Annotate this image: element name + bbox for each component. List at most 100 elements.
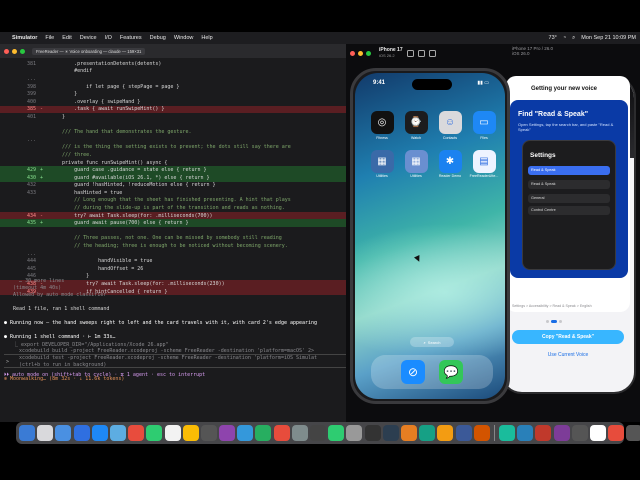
app-label: Utilities	[376, 174, 388, 178]
phone2-os: iOS 26.0	[512, 50, 530, 56]
dock-app-icon[interactable]	[437, 425, 454, 441]
line-number: ...	[26, 136, 36, 143]
dock-app-icon[interactable]	[499, 425, 516, 441]
search-icon[interactable]: ⌕	[572, 35, 575, 42]
diff-line: 445 handOffset = 26	[0, 265, 346, 273]
dock-app-icon[interactable]	[553, 425, 570, 441]
dock-app-icon[interactable]	[255, 425, 272, 441]
dock-app-icon[interactable]	[517, 425, 534, 441]
dock-app-icon[interactable]	[128, 425, 145, 441]
dock-app-icon[interactable]	[455, 425, 472, 441]
menu-help[interactable]: Help	[201, 35, 212, 41]
settings-mock-row: Read & Speak	[528, 166, 610, 175]
spotlight-search-pill[interactable]: ⌕ Search	[410, 337, 454, 347]
minimize-icon[interactable]	[358, 50, 363, 56]
folder-icon: ▦	[404, 149, 428, 173]
diff-marker: +	[40, 220, 44, 227]
menu-clock[interactable]: Mon Sep 21 10:09 PM	[581, 35, 636, 41]
iphone-simulator[interactable]: 9:41 ▮▮ ▭ ◎ Fitness ⌚ Watch ☺ Contacts ▭ Files ▦…	[350, 68, 510, 404]
output-line: ● Running now — the hand sweeps right to…	[4, 320, 318, 326]
close-icon[interactable]	[350, 50, 355, 56]
app-files[interactable]: ▭ Files	[467, 111, 501, 140]
sheet-heading: Getting your new voice	[530, 86, 597, 92]
dock-app-icon[interactable]	[219, 425, 236, 441]
dock-app-icon[interactable]	[237, 425, 254, 441]
terminal-tab[interactable]: FreeReader — ✳ Voice onboarding — claude…	[32, 47, 146, 55]
use-current-voice-link[interactable]: Use Current Voice	[512, 352, 624, 358]
home-screen[interactable]: 9:41 ▮▮ ▭ ◎ Fitness ⌚ Watch ☺ Contacts ▭ Files ▦…	[355, 73, 505, 399]
screenshot-icon[interactable]	[417, 49, 425, 57]
menu-window[interactable]: Window	[174, 35, 194, 41]
app-watch[interactable]: ⌚ Watch	[399, 111, 433, 140]
settings-mock-row: General	[528, 194, 610, 203]
dock-app-icon[interactable]	[419, 425, 436, 441]
menu-device[interactable]: Device	[80, 35, 97, 41]
dock-app-icon[interactable]	[55, 425, 72, 441]
menu-file[interactable]: File	[45, 35, 54, 41]
dock-app-icon[interactable]	[571, 425, 588, 441]
diff-line: ...	[0, 136, 346, 144]
battery-icon: ▮▮ ▭	[477, 80, 489, 86]
dock-app-icon[interactable]	[146, 425, 163, 441]
menu-debug[interactable]: Debug	[150, 35, 166, 41]
dock-app-icon[interactable]	[400, 425, 417, 441]
line-number: 381	[26, 60, 36, 67]
dock-app-icon[interactable]	[91, 425, 108, 441]
menu-io[interactable]: I/O	[105, 35, 112, 41]
dock-app-icon[interactable]	[328, 425, 345, 441]
page-dots[interactable]	[546, 320, 562, 323]
dock-app-icon[interactable]	[182, 425, 199, 441]
diff-line: 435 + guard await pause(700) else { retur…	[0, 219, 346, 228]
home-icon[interactable]	[406, 49, 414, 57]
terminal-tab-bar: FreeReader — ✳ Voice onboarding — claude…	[0, 44, 346, 58]
diff-marker: +	[40, 167, 44, 174]
dock-app-icon[interactable]	[535, 425, 552, 441]
copy-read-speak-button[interactable]: Copy "Read & Speak"	[512, 330, 624, 344]
code-text: // Long enough that the sheet has finish…	[50, 197, 291, 204]
app-folder[interactable]: ▦ Utilities	[365, 149, 399, 178]
diff-line	[0, 227, 346, 235]
dock-app-icon[interactable]	[291, 425, 308, 441]
dock-app-icon[interactable]	[608, 425, 625, 441]
search-label: Search	[427, 339, 441, 345]
menu-app-name[interactable]: Simulator	[12, 35, 37, 41]
line-number: 445	[26, 265, 36, 272]
dock-app-icon[interactable]	[200, 425, 217, 441]
app-folder[interactable]: ▦ Utilities	[399, 149, 433, 178]
dock-app-icon[interactable]	[473, 425, 490, 441]
app-fitness[interactable]: ◎ Fitness	[365, 111, 399, 140]
zoom-icon[interactable]	[366, 50, 371, 56]
menu-features[interactable]: Features	[120, 35, 142, 41]
dock-app-icon[interactable]	[626, 425, 640, 441]
app-reader-demo[interactable]: ✱ Reader Demo	[433, 149, 467, 178]
app-contacts[interactable]: ☺ Contacts	[433, 111, 467, 140]
messages-icon[interactable]: 💬	[439, 360, 463, 384]
diff-line: /// The hand that demonstrates the gestu…	[0, 128, 346, 136]
diff-marker: +	[40, 174, 44, 181]
safari-icon[interactable]: ⊘	[401, 360, 425, 384]
dock-app-icon[interactable]	[310, 425, 326, 441]
dock-app-icon[interactable]	[273, 425, 290, 441]
dock-app-icon[interactable]	[109, 425, 126, 441]
minimize-icon[interactable]	[12, 48, 17, 54]
dock-app-icon[interactable]	[364, 425, 381, 441]
close-icon[interactable]	[4, 48, 9, 54]
diff-line: // the heading; three is enough to be no…	[0, 242, 346, 250]
wifi-icon[interactable]: ◔	[563, 35, 566, 41]
rotate-icon[interactable]	[428, 49, 436, 57]
dock-app-icon[interactable]	[346, 425, 363, 441]
dock-app-icon[interactable]	[164, 425, 181, 441]
dock-app-icon[interactable]	[73, 425, 90, 441]
menu-edit[interactable]: Edit	[62, 35, 71, 41]
app-free-reader[interactable]: ▤ FreeReaderUIte...	[467, 149, 501, 178]
dock-app-icon[interactable]	[382, 425, 399, 441]
dock-app-icon[interactable]	[37, 425, 54, 441]
dock-app-icon[interactable]	[19, 425, 35, 441]
app-label: Fitness	[376, 135, 388, 140]
dock-app-icon[interactable]	[590, 425, 606, 441]
diff-line: private func runSwipeHint() async {	[0, 159, 346, 167]
macos-dock	[16, 422, 640, 444]
zoom-icon[interactable]	[20, 48, 25, 54]
